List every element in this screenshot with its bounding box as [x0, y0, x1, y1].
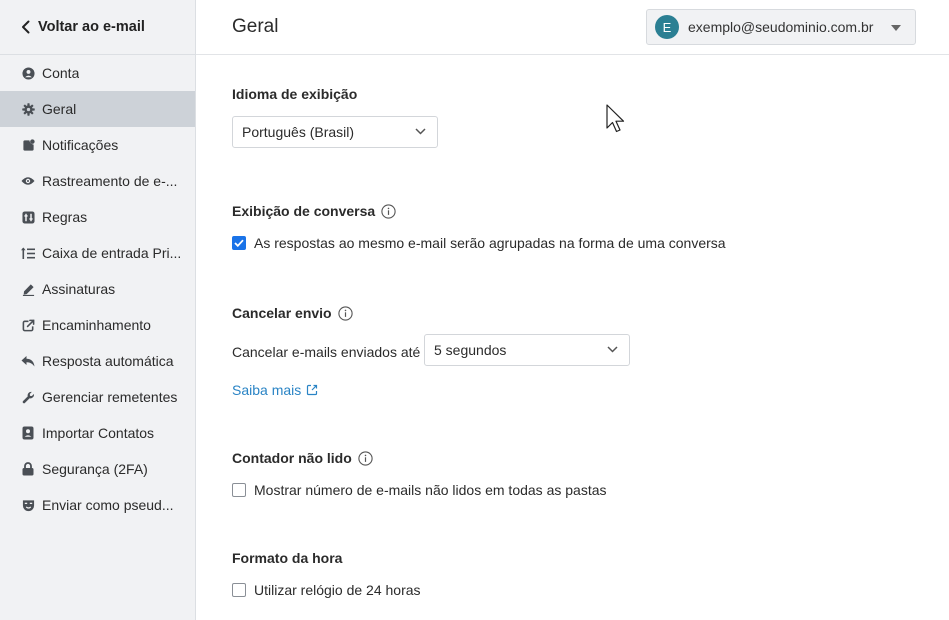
sidebar-item-enviar-como-pseudonimo[interactable]: Enviar como pseud...: [0, 487, 195, 523]
sidebar-item-label: Notificações: [42, 137, 119, 153]
sidebar-item-notificacoes[interactable]: Notificações: [0, 127, 195, 163]
sidebar-item-caixa-prioritaria[interactable]: Caixa de entrada Pri...: [0, 235, 195, 271]
sidebar-item-regras[interactable]: Regras: [0, 199, 195, 235]
info-icon[interactable]: [381, 203, 396, 219]
chevron-down-icon: [415, 128, 426, 135]
unread-checkbox-label: Mostrar número de e-mails não lidos em t…: [254, 482, 607, 498]
time-format-checkbox[interactable]: [232, 583, 246, 597]
notification-icon: [21, 138, 35, 152]
chevron-down-icon: [607, 346, 618, 353]
contacts-icon: [21, 426, 35, 440]
checkmark-icon: [234, 239, 244, 247]
rules-icon: [21, 210, 35, 224]
mask-icon: [21, 498, 35, 512]
chevron-left-icon: [22, 20, 30, 34]
account-switcher[interactable]: E exemplo@seudominio.com.br: [646, 9, 916, 45]
conversation-option: As respostas ao mesmo e-mail serão agrup…: [232, 235, 726, 251]
sidebar-item-label: Gerenciar remetentes: [42, 389, 178, 405]
priority-inbox-icon: [21, 246, 35, 260]
lock-icon: [21, 462, 35, 476]
unread-option: Mostrar número de e-mails não lidos em t…: [232, 482, 607, 498]
language-select-value: Português (Brasil): [242, 124, 355, 140]
info-icon[interactable]: [337, 305, 353, 321]
avatar: E: [655, 15, 679, 39]
reply-icon: [21, 354, 35, 368]
mouse-cursor-icon: [606, 104, 625, 133]
sidebar-item-label: Segurança (2FA): [42, 461, 148, 477]
time-format-section-title: Formato da hora: [232, 550, 342, 566]
sidebar-item-label: Resposta automática: [42, 353, 174, 369]
conversation-checkbox[interactable]: [232, 236, 246, 250]
sidebar-item-seguranca[interactable]: Segurança (2FA): [0, 451, 195, 487]
sidebar-item-label: Regras: [42, 209, 88, 225]
settings-nav: Conta Geral Notificações Rastreamento de…: [0, 55, 195, 523]
settings-sidebar: Voltar ao e-mail Conta Geral Notificaçõe…: [0, 0, 196, 620]
sidebar-item-encaminhamento[interactable]: Encaminhamento: [0, 307, 195, 343]
section-title-text: Exibição de conversa: [232, 203, 376, 219]
undo-send-select-value: 5 segundos: [434, 342, 507, 358]
forward-icon: [21, 318, 35, 332]
undo-send-label: Cancelar e-mails enviados até: [232, 344, 421, 360]
gear-icon: [21, 102, 35, 116]
sidebar-item-label: Encaminhamento: [42, 317, 151, 333]
learn-more-link[interactable]: Saiba mais: [232, 382, 318, 398]
time-format-checkbox-label: Utilizar relógio de 24 horas: [254, 582, 421, 598]
conversation-section-title: Exibição de conversa: [232, 203, 396, 219]
section-title-text: Idioma de exibição: [232, 86, 358, 102]
sidebar-item-label: Enviar como pseud...: [42, 497, 174, 513]
sidebar-item-geral[interactable]: Geral: [0, 91, 195, 127]
settings-header: Geral E exemplo@seudominio.com.br: [196, 0, 949, 55]
language-select[interactable]: Português (Brasil): [232, 116, 438, 148]
caret-down-icon: [891, 25, 901, 31]
sidebar-item-assinaturas[interactable]: Assinaturas: [0, 271, 195, 307]
external-link-icon: [307, 384, 318, 396]
sidebar-item-label: Importar Contatos: [42, 425, 155, 441]
wrench-icon: [21, 390, 35, 404]
unread-checkbox[interactable]: [232, 483, 246, 497]
sidebar-item-label: Caixa de entrada Pri...: [42, 245, 182, 261]
sidebar-item-importar-contatos[interactable]: Importar Contatos: [0, 415, 195, 451]
undo-send-select[interactable]: 5 segundos: [424, 334, 630, 366]
section-title-text: Cancelar envio: [232, 305, 332, 321]
section-title-text: Contador não lido: [232, 450, 352, 466]
language-section-title: Idioma de exibição: [232, 86, 357, 102]
page-title: Geral: [232, 16, 279, 37]
sidebar-item-label: Assinaturas: [42, 281, 116, 297]
sidebar-item-resposta-automatica[interactable]: Resposta automática: [0, 343, 195, 379]
pen-icon: [21, 282, 35, 296]
sidebar-item-gerenciar-remetentes[interactable]: Gerenciar remetentes: [0, 379, 195, 415]
conversation-checkbox-label: As respostas ao mesmo e-mail serão agrup…: [254, 235, 726, 251]
undo-send-section-title: Cancelar envio: [232, 305, 353, 321]
eye-icon: [21, 174, 35, 188]
sidebar-item-label: Conta: [42, 65, 80, 81]
back-to-email-button[interactable]: Voltar ao e-mail: [0, 10, 195, 44]
sidebar-item-label: Geral: [42, 101, 77, 117]
sidebar-item-conta[interactable]: Conta: [0, 55, 195, 91]
back-label: Voltar ao e-mail: [38, 19, 145, 35]
info-icon[interactable]: [358, 450, 373, 466]
time-format-option: Utilizar relógio de 24 horas: [232, 582, 421, 598]
learn-more-text: Saiba mais: [232, 382, 302, 398]
account-email: exemplo@seudominio.com.br: [688, 19, 874, 35]
unread-section-title: Contador não lido: [232, 450, 373, 466]
sidebar-item-rastreamento[interactable]: Rastreamento de e-...: [0, 163, 195, 199]
sidebar-item-label: Rastreamento de e-...: [42, 173, 178, 189]
section-title-text: Formato da hora: [232, 550, 343, 566]
user-circle-icon: [21, 66, 35, 80]
